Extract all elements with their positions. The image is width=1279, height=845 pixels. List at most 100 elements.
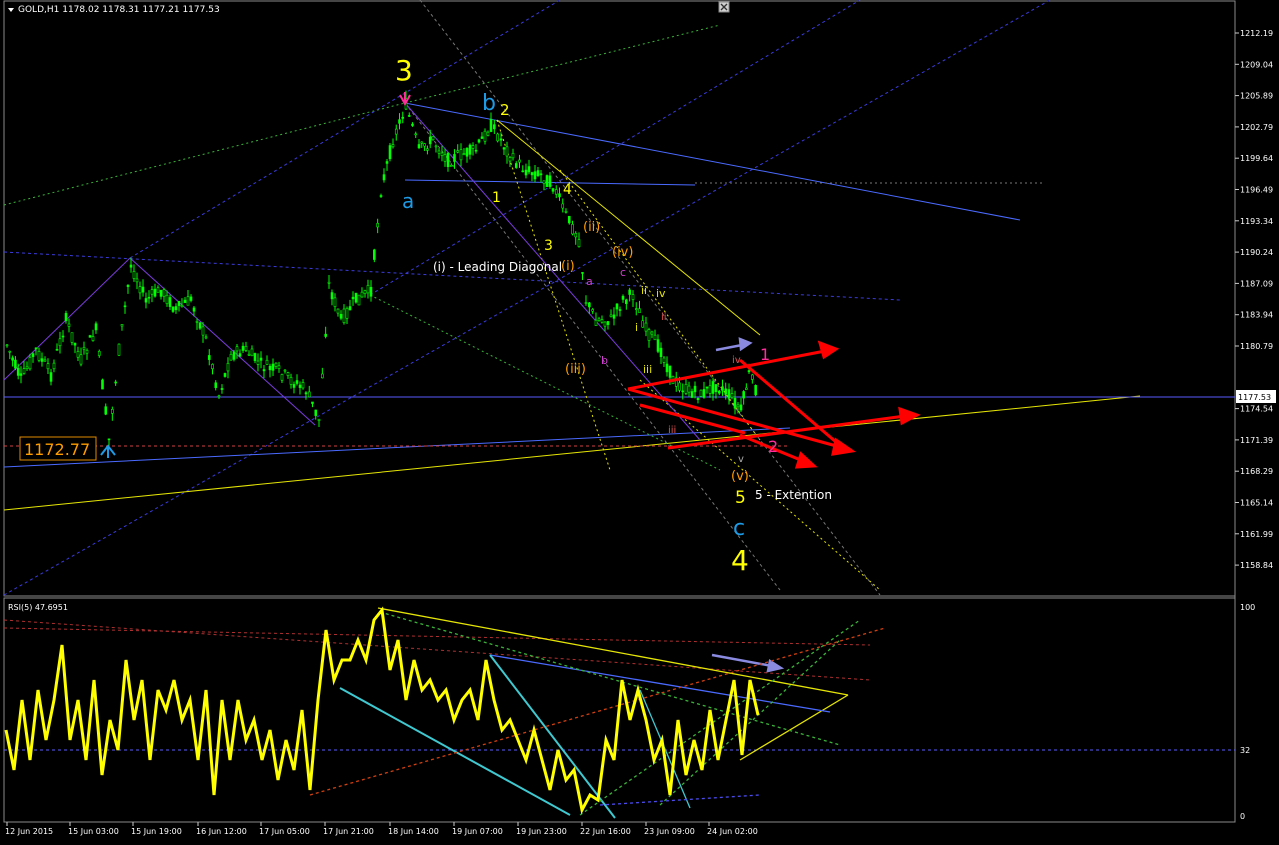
candle-body (493, 124, 496, 130)
current-price-label: 1177.53 (1238, 393, 1271, 402)
time-tick-label: 17 Jun 05:00 (259, 827, 310, 836)
sub-3-label: 3 (544, 238, 553, 254)
roman-iv-label: iv (656, 287, 666, 300)
time-tick-label: 12 Jun 2015 (5, 827, 53, 836)
candle-body (730, 393, 734, 398)
candle-body (754, 385, 757, 396)
candle-body (214, 382, 218, 389)
candle-body (211, 364, 214, 369)
roman-ii-red-label: ii (661, 312, 667, 323)
candle-body (153, 288, 157, 297)
candle-body (539, 173, 543, 176)
candle-body (727, 389, 731, 399)
candle-body (693, 385, 697, 393)
candle-body (138, 286, 142, 294)
candle-body (530, 172, 534, 176)
wave-iv-label: (iv) (612, 245, 633, 260)
price-tick-label: 1161.99 (1240, 530, 1273, 539)
candle-body (82, 347, 86, 350)
candle-body (428, 136, 432, 145)
candle-body (144, 298, 148, 303)
candle-body (684, 383, 688, 394)
candle-body (551, 188, 555, 192)
candle-body (388, 145, 392, 160)
candle-body (431, 136, 435, 141)
candle-body (150, 289, 154, 295)
candle-body (135, 278, 139, 283)
pink-2-label: 2 (768, 437, 778, 456)
mt4-chart-window[interactable]: GOLD,H1 1178.02 1178.31 1177.21 1177.53 (0, 0, 1279, 845)
price-tick-label: 1205.89 (1240, 92, 1273, 101)
candle-body (407, 115, 411, 117)
candle-body (345, 308, 349, 319)
candle-body (360, 291, 364, 298)
candle-body (615, 303, 619, 310)
candle-body (628, 289, 631, 295)
candle-body (58, 338, 62, 347)
candle-body (186, 296, 190, 306)
candle-body (426, 148, 429, 151)
wave-c-label: c (733, 516, 745, 541)
wave-b-label: b (482, 91, 496, 116)
candle-body (262, 369, 266, 372)
close-icon[interactable] (718, 1, 730, 13)
candle-body (483, 130, 487, 142)
candle-body (67, 323, 71, 327)
candle-body (708, 385, 712, 394)
candle-body (351, 296, 355, 300)
candle-body (104, 406, 108, 415)
candle-body (162, 289, 166, 297)
candle-body (241, 345, 245, 351)
candle-body (114, 381, 117, 384)
wave-v-label: (v) (731, 469, 749, 484)
candle-body (357, 294, 361, 306)
candle-body (201, 326, 205, 336)
candle-body (644, 322, 648, 332)
candle-body (625, 299, 628, 304)
candle-body (398, 119, 401, 124)
candle-body (256, 360, 260, 365)
small-b-label: b (601, 354, 608, 367)
candle-body (79, 354, 83, 365)
price-tick-label: 1190.24 (1240, 248, 1273, 257)
candle-body (220, 388, 224, 390)
price-tick-label: 1180.79 (1240, 342, 1273, 351)
candle-body (394, 128, 398, 135)
candle-body (681, 390, 685, 393)
time-axis: 12 Jun 2015 15 Jun 03:00 15 Jun 19:00 16 Ju… (5, 822, 758, 836)
candle-body (561, 203, 565, 209)
roman-i-label: i (635, 321, 638, 334)
candle-body (505, 146, 509, 157)
candle-body (702, 389, 706, 398)
sub-4-label: 4 (563, 182, 572, 198)
candle-body (342, 308, 346, 323)
candle-body (64, 313, 68, 322)
candle-body (662, 357, 666, 363)
candle-body (554, 189, 558, 195)
candle-body (477, 139, 481, 143)
price-tick-label: 1212.19 (1240, 29, 1273, 38)
roman-iv-red-label: iv (732, 355, 741, 366)
candle-body (653, 334, 657, 341)
roman-iii-red-label: iii (668, 425, 676, 436)
candle-body (508, 157, 512, 162)
candle-body (180, 305, 184, 308)
candle-body (462, 153, 466, 155)
candle-body (348, 306, 352, 311)
time-tick-label: 16 Jun 12:00 (196, 827, 247, 836)
candle-body (16, 367, 20, 376)
candle-body (126, 284, 130, 287)
candle-body (480, 136, 484, 139)
candle-body (31, 353, 35, 357)
candle-body (618, 309, 622, 311)
candle-body (379, 195, 383, 197)
candle-body (217, 395, 221, 398)
candle-body (280, 374, 284, 381)
candle-body (571, 224, 574, 235)
candle-body (745, 387, 748, 390)
price-tick-label: 1196.49 (1240, 186, 1273, 195)
candle-body (366, 285, 370, 294)
small-c-label: c (620, 266, 626, 279)
candle-body (717, 390, 721, 394)
candle-body (567, 215, 571, 224)
